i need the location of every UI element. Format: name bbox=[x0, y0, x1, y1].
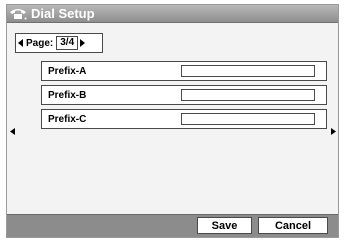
dial-setup-window: Dial Setup Page: 3/4 Prefix-A Prefix-B P… bbox=[6, 4, 339, 238]
page-next-icon[interactable] bbox=[78, 35, 88, 51]
button-bar: Save Cancel bbox=[7, 214, 338, 237]
cancel-button[interactable]: Cancel bbox=[258, 217, 328, 234]
prefix-b-input[interactable] bbox=[181, 89, 315, 101]
window-title: Dial Setup bbox=[31, 6, 95, 21]
page-prev-icon[interactable] bbox=[16, 35, 26, 51]
page-navigator: Page: 3/4 bbox=[15, 33, 103, 53]
phone-icon bbox=[9, 7, 29, 21]
prefix-a-label: Prefix-A bbox=[48, 65, 87, 77]
page-label: Page: bbox=[26, 37, 54, 49]
prefix-c-label: Prefix-C bbox=[48, 113, 87, 125]
prefix-a-row: Prefix-A bbox=[41, 61, 327, 81]
save-button[interactable]: Save bbox=[197, 217, 252, 234]
scroll-right-icon[interactable] bbox=[329, 127, 337, 135]
scroll-left-icon[interactable] bbox=[8, 127, 16, 135]
title-bar: Dial Setup bbox=[7, 5, 338, 23]
prefix-b-label: Prefix-B bbox=[48, 89, 87, 101]
prefix-c-row: Prefix-C bbox=[41, 109, 327, 129]
prefix-c-input[interactable] bbox=[181, 113, 315, 125]
prefix-a-input[interactable] bbox=[181, 65, 315, 77]
prefix-b-row: Prefix-B bbox=[41, 85, 327, 105]
page-number: 3/4 bbox=[56, 36, 79, 50]
